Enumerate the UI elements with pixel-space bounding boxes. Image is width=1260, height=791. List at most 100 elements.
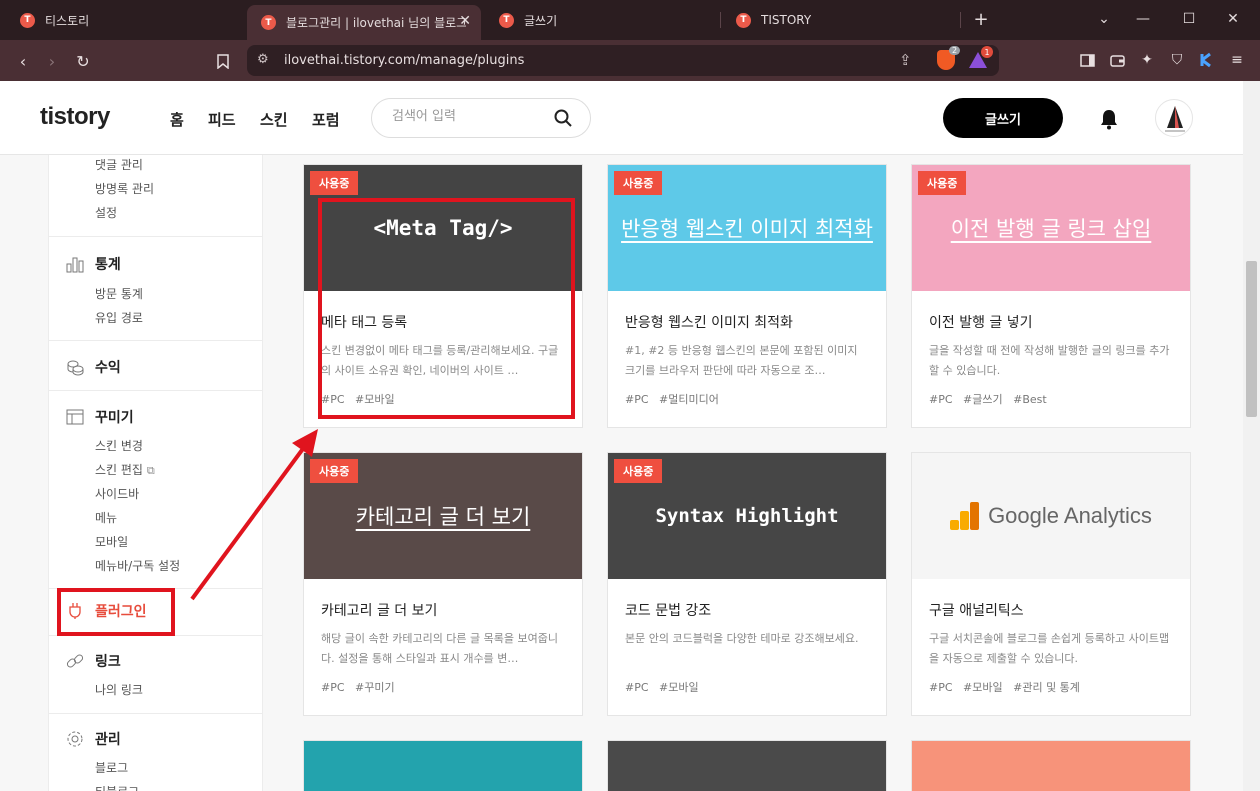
wallet-icon[interactable] — [1107, 50, 1127, 70]
page-viewport: tistory 홈 피드 스킨 포럼 글쓰기 — [0, 81, 1243, 791]
bar-chart-icon — [66, 257, 84, 273]
plugin-card-responsive-image[interactable]: 반응형 웹스킨 이미지 최적화 사용중 반응형 웹스킨 이미지 최적화 #1, … — [607, 164, 887, 428]
plugin-thumbnail: Google Analytics — [912, 453, 1190, 579]
plugin-card-partial[interactable] — [911, 740, 1191, 791]
sidebar-item-label: 꾸미기 — [95, 410, 134, 426]
sidebar-item-my-links[interactable]: 나의 링크 — [95, 681, 143, 698]
scrollbar-thumb[interactable] — [1246, 261, 1257, 417]
tab-blog-manage[interactable]: T 블로그관리 | ilovethai 님의 블로그 ✕ — [247, 5, 481, 40]
write-button[interactable]: 글쓰기 — [943, 98, 1063, 138]
tab-search-chevron-icon[interactable]: ⌄ — [1093, 8, 1115, 30]
sidebar-item-blog[interactable]: 블로그 — [95, 759, 128, 776]
sidebar-item-menu[interactable]: 메뉴 — [95, 509, 117, 526]
plugin-card-partial[interactable] — [607, 740, 887, 791]
search-icon[interactable] — [554, 109, 572, 127]
plugin-title: 구글 애널리틱스 — [929, 603, 1024, 619]
tab-tistory-home[interactable]: T 티스토리 — [6, 4, 236, 36]
sidebar-item-referrer[interactable]: 유입 경로 — [95, 309, 143, 326]
sidebar-item-comments[interactable]: 댓글 관리 — [95, 156, 143, 173]
tab-divider — [720, 12, 721, 28]
plugin-card-partial[interactable] — [303, 740, 583, 791]
vpn-shield-icon[interactable]: ⛉ — [1167, 50, 1187, 70]
site-info-icon[interactable]: ⚙ — [257, 52, 269, 67]
plugin-tag: #PC — [321, 681, 345, 694]
sidebar-group-revenue: 수익 — [49, 341, 263, 391]
tab-tistory[interactable]: T TISTORY — [722, 4, 952, 36]
forward-icon[interactable]: › — [40, 49, 64, 73]
plugin-card-category-more[interactable]: 카테고리 글 더 보기 사용중 카테고리 글 더 보기 해당 글이 속한 카테고… — [303, 452, 583, 716]
plugin-tags: #PC #꾸미기 — [321, 679, 402, 695]
in-use-badge: 사용중 — [614, 171, 663, 195]
window-close-icon[interactable]: ✕ — [1222, 8, 1244, 30]
nav-home[interactable]: 홈 — [170, 109, 184, 130]
sidebar-item-menubar-subscribe[interactable]: 메뉴바/구독 설정 — [95, 557, 180, 574]
sidebar-item-link[interactable]: 링크 — [66, 651, 121, 671]
plugin-card-previous-post[interactable]: 이전 발행 글 링크 삽입 사용중 이전 발행 글 넣기 글을 작성할 때 전에… — [911, 164, 1191, 428]
sidebar-group-stats: 통계 방문 통계 유입 경로 — [49, 237, 263, 341]
plugin-tags: #PC #글쓰기 #Best — [929, 391, 1054, 407]
annotation-highlight-meta-card — [318, 198, 575, 419]
coins-icon — [67, 360, 84, 376]
sidebar-toggle-icon[interactable] — [1077, 50, 1097, 70]
url-text[interactable]: ilovethai.tistory.com/manage/plugins — [284, 53, 524, 68]
extension-k-icon[interactable] — [1197, 50, 1217, 70]
sidebar-item-visit-stats[interactable]: 방문 통계 — [95, 285, 143, 302]
menu-icon[interactable]: ≡ — [1227, 50, 1247, 70]
plugin-tag: #PC — [625, 393, 649, 406]
nav-skin[interactable]: 스킨 — [260, 109, 288, 130]
user-avatar[interactable] — [1155, 99, 1193, 137]
reload-icon[interactable]: ↻ — [71, 49, 95, 73]
new-tab-icon[interactable]: + — [970, 8, 992, 30]
share-icon[interactable]: ⇪ — [899, 51, 912, 69]
tab-write[interactable]: T 글쓰기 — [485, 4, 715, 36]
plugin-description: #1, #2 등 반응형 웹스킨의 본문에 포함된 이미지 크기를 브라우저 판… — [625, 344, 858, 377]
search-box — [371, 98, 591, 138]
external-link-icon: ⧉ — [146, 464, 155, 477]
minimize-icon[interactable]: — — [1132, 8, 1154, 30]
sidebar-item-stats[interactable]: 통계 — [66, 254, 121, 274]
address-bar[interactable]: ⚙ ilovethai.tistory.com/manage/plugins ⇪… — [247, 45, 999, 76]
sidebar-item-label: 통계 — [95, 257, 121, 273]
sidebar-item-guestbook[interactable]: 방명록 관리 — [95, 180, 154, 197]
sidebar-item-label: 링크 — [95, 654, 121, 670]
nav-forum[interactable]: 포럼 — [312, 109, 340, 130]
plugin-thumbnail: 카테고리 글 더 보기 사용중 — [304, 453, 582, 579]
sidebar-group-manage: 관리 블로그 티블로그 — [49, 714, 263, 791]
leo-ai-icon[interactable]: ✦ — [1137, 50, 1157, 70]
in-use-badge: 사용중 — [918, 171, 967, 195]
tab-strip: T 티스토리 T 블로그관리 | ilovethai 님의 블로그 ✕ T 글쓰… — [0, 0, 1260, 40]
plugin-tags: #PC #모바일 #관리 및 통계 — [929, 679, 1087, 695]
tab-label: 블로그관리 | ilovethai 님의 블로그 — [286, 16, 466, 30]
plugin-description: 글을 작성할 때 전에 작성해 발행한 글의 링크를 추가할 수 있습니다. — [929, 344, 1170, 377]
plugin-thumbnail — [608, 741, 886, 791]
tab-label: TISTORY — [761, 13, 812, 27]
plugin-title: 반응형 웹스킨 이미지 최적화 — [625, 315, 793, 331]
in-use-badge: 사용중 — [614, 459, 663, 483]
sidebar-item-mobile[interactable]: 모바일 — [95, 533, 128, 550]
sidebar-item-settings[interactable]: 설정 — [95, 204, 117, 221]
tab-close-icon[interactable]: ✕ — [459, 13, 471, 29]
nav-feed[interactable]: 피드 — [208, 109, 236, 130]
sidebar-item-skin-edit[interactable]: 스킨 편집 ⧉ — [95, 461, 155, 478]
sidebar-item-tblog[interactable]: 티블로그 — [95, 783, 139, 791]
plugin-card-syntax-highlight[interactable]: Syntax Highlight 사용중 코드 문법 강조 본문 안의 코드블럭… — [607, 452, 887, 716]
sidebar-item-manage[interactable]: 관리 — [66, 729, 121, 749]
sidebar-item-sidebar[interactable]: 사이드바 — [95, 485, 139, 502]
browser-window: T 티스토리 T 블로그관리 | ilovethai 님의 블로그 ✕ T 글쓰… — [0, 0, 1260, 791]
plugin-card-google-analytics[interactable]: Google Analytics 구글 애널리틱스 구글 서치콘솔에 블로그를 … — [911, 452, 1191, 716]
notification-bell-icon[interactable] — [1099, 108, 1119, 130]
sidebar-item-decorate[interactable]: 꾸미기 — [66, 407, 134, 427]
plugin-tag: #PC — [625, 681, 649, 694]
page-scrollbar[interactable] — [1243, 81, 1260, 791]
back-icon[interactable]: ‹ — [11, 49, 35, 73]
sidebar-group-link: 링크 나의 링크 — [49, 636, 263, 714]
sidebar-item-revenue[interactable]: 수익 — [66, 357, 121, 377]
search-input[interactable] — [392, 109, 552, 124]
bookmark-icon[interactable] — [211, 49, 235, 73]
sidebar-item-skin-change[interactable]: 스킨 변경 — [95, 437, 143, 454]
maximize-icon[interactable]: ☐ — [1178, 8, 1200, 30]
tistory-logo[interactable]: tistory — [40, 103, 110, 131]
sidebar-item-label: 수익 — [95, 360, 121, 376]
plugin-tag: #꾸미기 — [355, 681, 395, 694]
tab-label: 티스토리 — [45, 13, 90, 28]
